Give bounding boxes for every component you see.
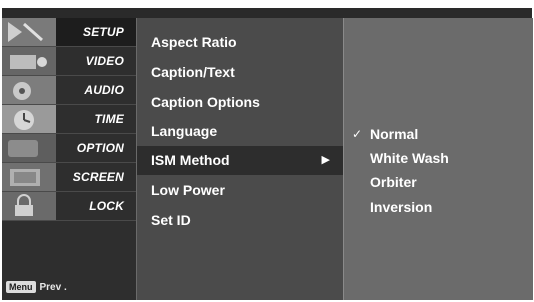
menu-item-set-id[interactable]: Set ID	[137, 206, 344, 235]
option-label: Inversion	[370, 199, 433, 215]
setup-icon	[2, 18, 56, 47]
category-column: SETUP VIDEO AUDIO TIME OPTION SCREEN LOC…	[2, 18, 136, 300]
option-label: Normal	[370, 126, 419, 142]
category-audio[interactable]: AUDIO	[2, 76, 136, 105]
audio-icon	[2, 76, 56, 105]
category-option[interactable]: OPTION	[2, 134, 136, 163]
category-label: AUDIO	[84, 83, 124, 97]
menu-item-language[interactable]: Language	[137, 117, 344, 146]
menu-item-label: Caption Options	[151, 94, 260, 110]
submenu-arrow-icon: ▶	[321, 154, 330, 166]
video-icon	[2, 47, 56, 76]
category-label: SETUP	[82, 25, 124, 39]
category-video[interactable]: VIDEO	[2, 47, 136, 76]
category-lock[interactable]: LOCK	[2, 192, 136, 221]
category-label: TIME	[94, 112, 124, 126]
time-icon	[2, 105, 56, 134]
option-label: Orbiter	[370, 174, 417, 190]
menu-key-icon: Menu	[6, 281, 36, 293]
tv-menu-screen: SETUP VIDEO AUDIO TIME OPTION SCREEN LOC…	[0, 0, 534, 302]
menu-item-ism-method[interactable]: ISM Method ▶	[137, 146, 344, 175]
menu-item-label: Low Power	[151, 182, 225, 198]
menu-item-label: Aspect Ratio	[151, 34, 237, 50]
menu-item-label: Caption/Text	[151, 64, 235, 80]
menu-item-aspect-ratio[interactable]: Aspect Ratio	[137, 28, 344, 57]
setup-menu-panel: Aspect Ratio Caption/Text Caption Option…	[136, 18, 344, 300]
category-label: LOCK	[89, 199, 124, 213]
check-icon: ✓	[352, 127, 363, 141]
menu-item-low-power[interactable]: Low Power	[137, 176, 344, 205]
category-label: VIDEO	[85, 54, 124, 68]
menu-item-caption-options[interactable]: Caption Options	[137, 88, 344, 117]
option-icon	[2, 134, 56, 163]
menu-item-caption-text[interactable]: Caption/Text	[137, 58, 344, 87]
category-setup[interactable]: SETUP	[2, 18, 136, 47]
screen-icon	[2, 163, 56, 192]
prev-hint: Menu Prev .	[6, 280, 67, 294]
category-screen[interactable]: SCREEN	[2, 163, 136, 192]
category-time[interactable]: TIME	[2, 105, 136, 134]
lock-icon	[2, 192, 56, 221]
option-label: White Wash	[370, 150, 449, 166]
prev-label: Prev .	[39, 281, 67, 293]
category-label: OPTION	[76, 141, 124, 155]
option-inversion[interactable]: Inversion	[344, 196, 533, 220]
option-normal[interactable]: ✓ Normal	[344, 123, 533, 147]
ism-options-panel: ✓ Normal White Wash Orbiter Inversion	[343, 18, 533, 300]
option-orbiter[interactable]: Orbiter	[344, 171, 533, 195]
menu-item-label: Set ID	[151, 212, 191, 228]
menu-item-label: Language	[151, 123, 218, 139]
category-label: SCREEN	[72, 170, 124, 184]
option-white-wash[interactable]: White Wash	[344, 147, 533, 171]
menu-item-label: ISM Method	[151, 152, 230, 168]
